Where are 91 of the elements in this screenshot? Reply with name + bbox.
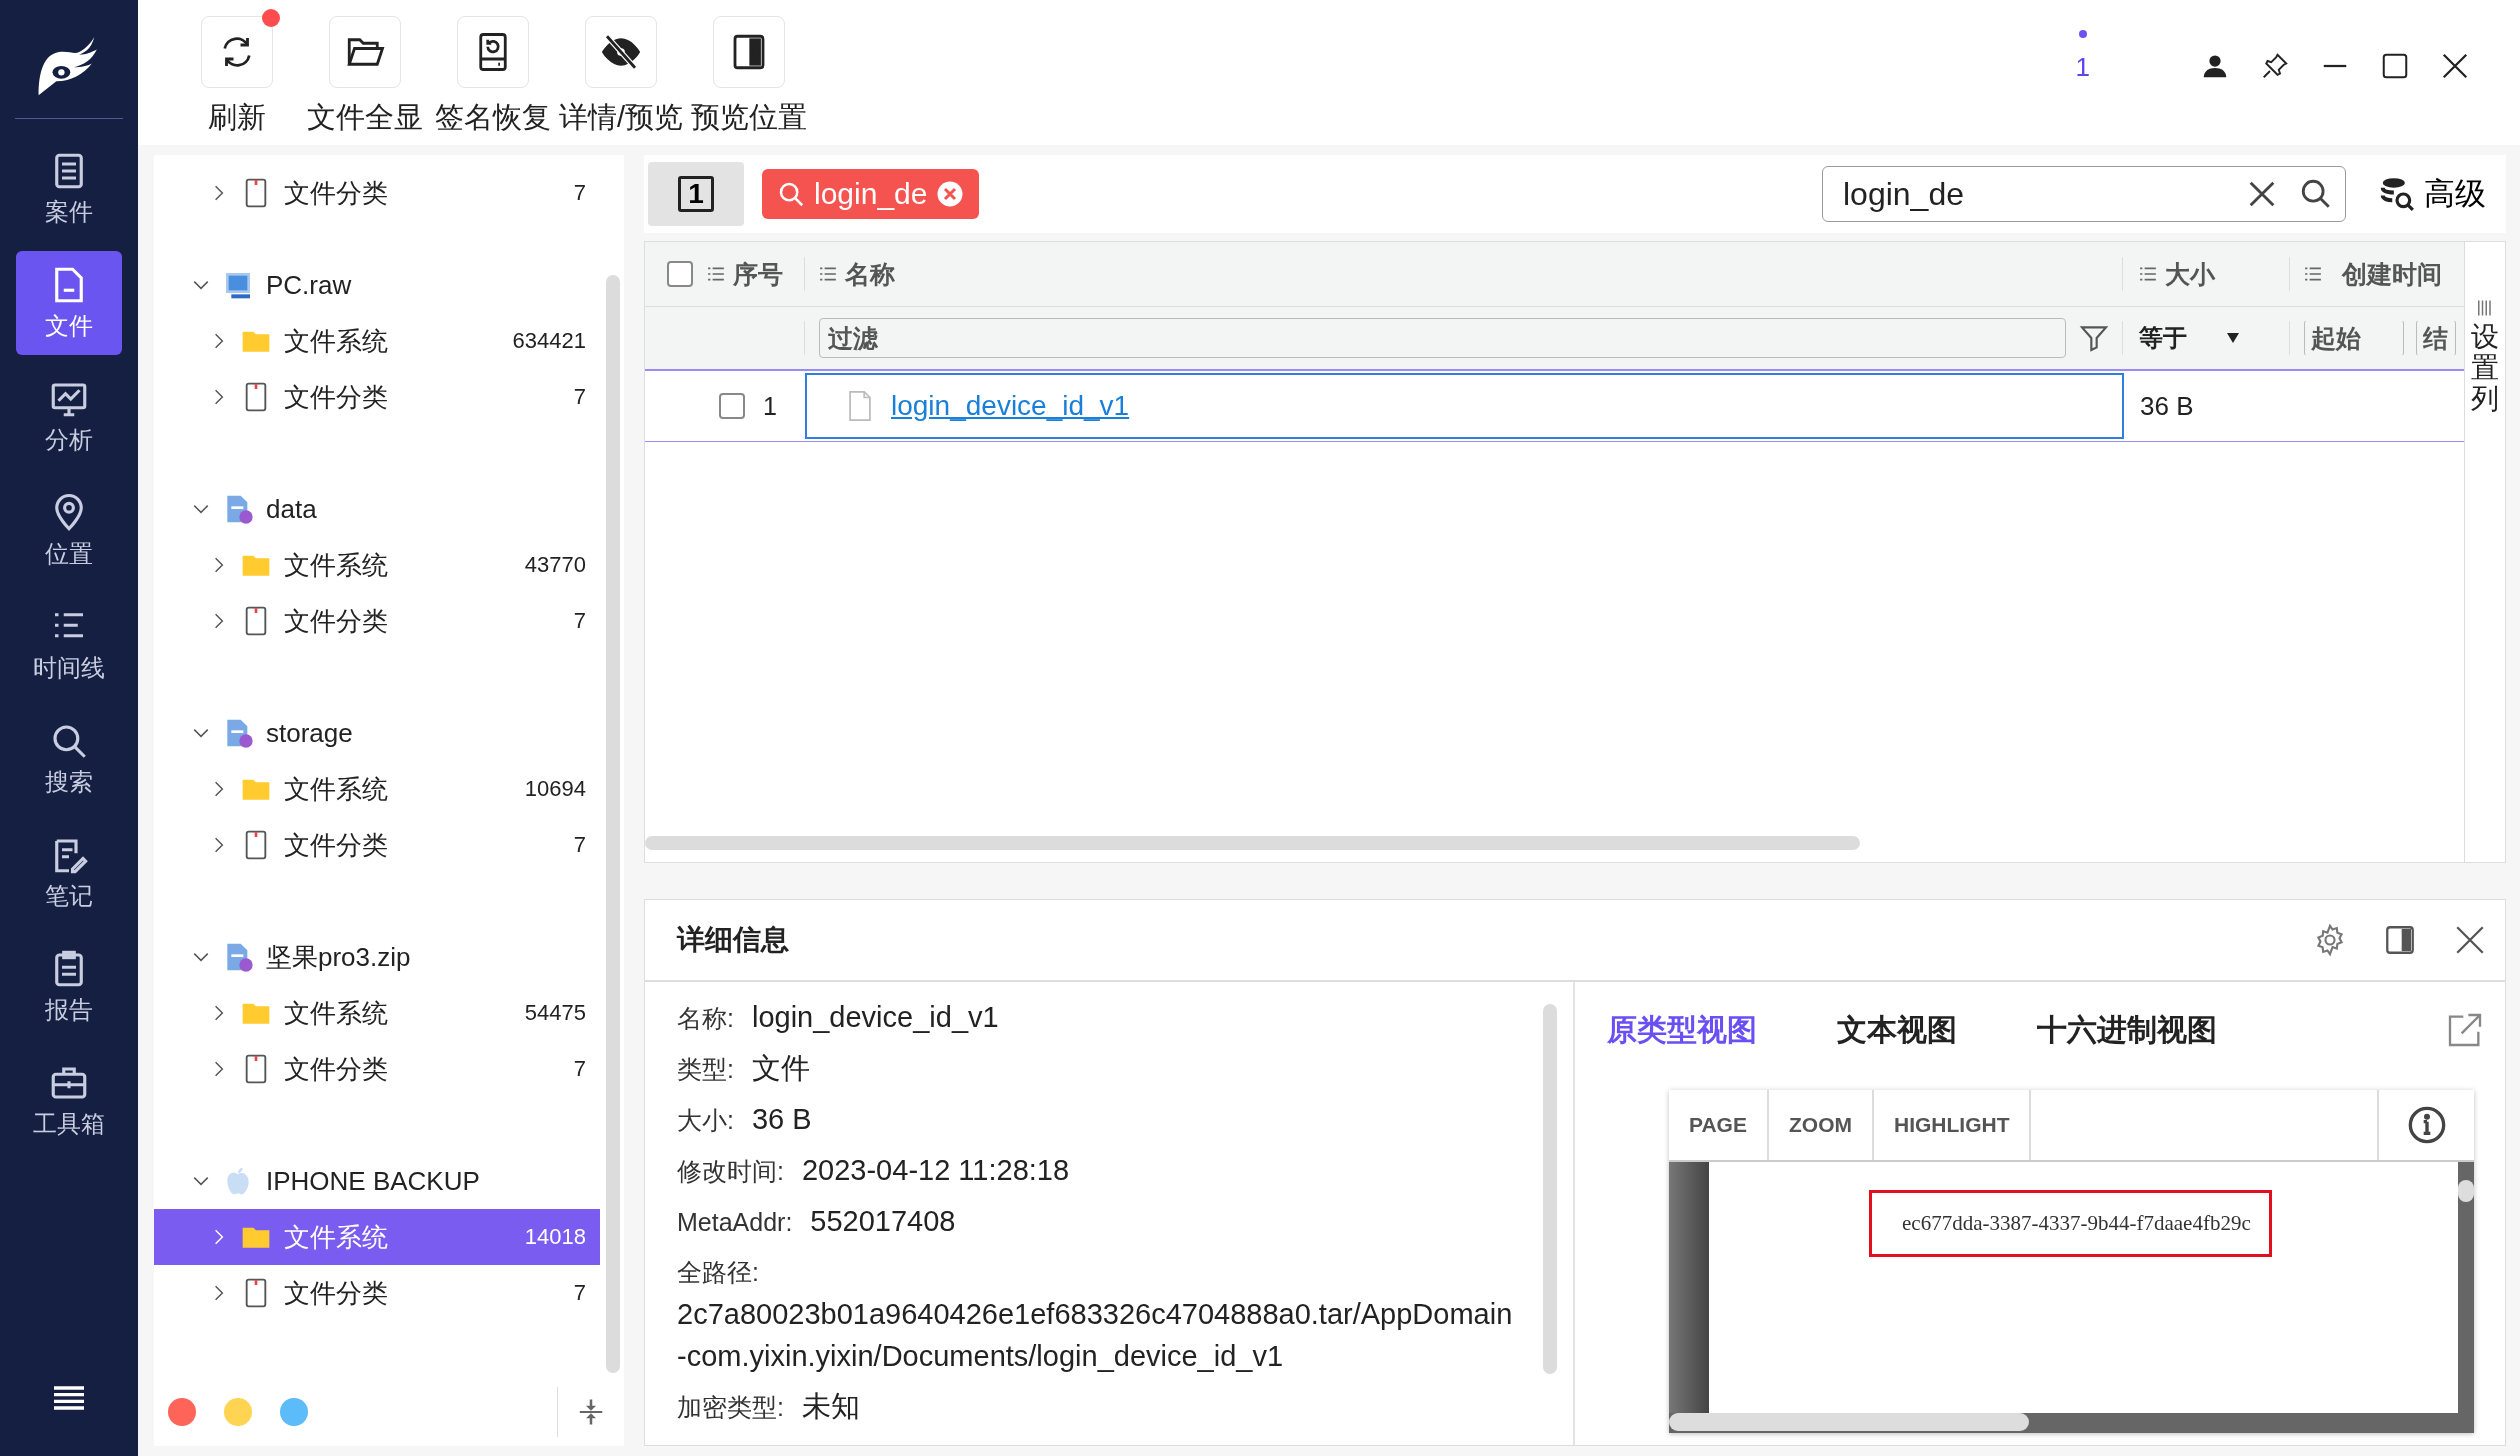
list-icon — [2304, 265, 2322, 283]
row-checkbox[interactable] — [719, 393, 746, 419]
operator-dropdown[interactable]: 等于 — [2139, 322, 2239, 354]
color-dot[interactable] — [280, 1397, 308, 1426]
scrollbar[interactable] — [645, 836, 1860, 850]
filter-field[interactable]: 过滤 — [819, 318, 2066, 358]
table-row[interactable]: 1 login_device_id_v1 36 B — [645, 371, 2464, 442]
tree-node[interactable]: data — [154, 481, 600, 537]
start-date-field[interactable]: 起始 — [2304, 321, 2404, 355]
pin-icon[interactable] — [2260, 50, 2290, 81]
field-label: 全路径: — [677, 1257, 759, 1288]
viewer-tab[interactable]: ZOOM — [1768, 1090, 1874, 1160]
toolbar-button[interactable]: 刷新 — [174, 0, 300, 138]
advanced-search-button[interactable]: 高级 — [2364, 173, 2500, 215]
select-all-checkbox[interactable] — [667, 261, 693, 287]
viewer-tab[interactable]: HIGHLIGHT — [1873, 1090, 2032, 1160]
column-header[interactable]: 序号 — [733, 257, 783, 291]
nav-item[interactable]: 笔记 — [16, 821, 122, 925]
field-label: 加密类型: — [677, 1392, 784, 1423]
tree-item[interactable]: 文件系统 634421 — [154, 313, 600, 369]
search-text: login_de — [1843, 175, 1965, 213]
field-value: 2c7a80023b01a9640426e1ef683326c4704888a0.tar/AppDomain-com.yixin.yixin/Documents/login_device_id_v1 — [677, 1297, 1513, 1374]
list-icon — [819, 265, 837, 283]
tree-item[interactable]: 文件分类 7 — [154, 1041, 600, 1097]
nav-item[interactable]: 文件 — [16, 251, 122, 355]
nav-item[interactable]: 时间线 — [16, 593, 122, 697]
nav-item[interactable]: 工具箱 — [16, 1049, 122, 1153]
table-cell: 36 B — [2140, 390, 2194, 422]
list-icon — [707, 265, 725, 283]
scrollbar[interactable] — [1543, 1004, 1557, 1374]
view-tab[interactable]: 文本视图 — [1837, 1009, 1957, 1051]
end-date-field[interactable]: 结 — [2416, 321, 2456, 355]
row-number: 1 — [763, 391, 777, 421]
viewer-tab[interactable]: PAGE — [1669, 1090, 1769, 1160]
tag-text: login_de — [814, 177, 928, 211]
toolbar-button[interactable]: 预览位置 — [686, 0, 812, 138]
tree-node[interactable]: storage — [154, 705, 600, 761]
view-tab[interactable]: 十六进制视图 — [2037, 1009, 2217, 1051]
field-value: 文件 — [751, 1051, 810, 1086]
field-label: 大小: — [677, 1105, 734, 1136]
search-icon[interactable] — [2299, 177, 2333, 211]
tree-item[interactable]: 文件系统 54475 — [154, 985, 600, 1041]
nav-item[interactable]: 报告 — [16, 935, 122, 1039]
database-search-icon — [2378, 175, 2416, 213]
nav-item[interactable]: 案件 — [16, 137, 122, 241]
toolbar-button[interactable]: 详情/预览 — [558, 0, 684, 138]
tree-item[interactable]: 文件系统 14018 — [154, 1209, 600, 1265]
tree-node[interactable]: 坚果pro3.zip — [154, 929, 600, 985]
panel-title: 详细信息 — [677, 923, 789, 957]
tree-item[interactable]: 文件系统 10694 — [154, 761, 600, 817]
field-label: 名称: — [677, 1003, 734, 1034]
toolbar-button[interactable]: 文件全显 — [302, 0, 428, 138]
page-button[interactable]: 1 — [648, 162, 744, 226]
field-label: MetaAddr: — [677, 1207, 793, 1238]
search-field[interactable]: login_de — [1822, 166, 2346, 222]
list-icon — [2139, 265, 2157, 283]
view-tab[interactable]: 原类型视图 — [1607, 1009, 1757, 1051]
tree-item[interactable]: 文件分类 7 — [154, 165, 600, 221]
tree-item[interactable]: 文件分类 7 — [154, 817, 600, 873]
field-value: login_device_id_v1 — [751, 1000, 999, 1035]
counter: 1 — [2075, 52, 2090, 83]
field-value: 2023-04-12 11:28:18 — [801, 1153, 1070, 1188]
column-header[interactable]: 大小 — [2165, 257, 2215, 291]
indicator-dot — [2078, 30, 2087, 38]
nav-item[interactable]: 分析 — [16, 365, 122, 469]
field-value: 552017408 — [810, 1204, 956, 1239]
highlighted-text: ec677dda-3387-4337-9b44-f7daae4fb29c — [1869, 1190, 2272, 1257]
column-settings-button[interactable]: 设置列 — [2464, 242, 2505, 862]
nav-item[interactable]: 位置 — [16, 479, 122, 583]
nav-item[interactable]: 搜索 — [16, 707, 122, 811]
field-value: 36 B — [751, 1102, 812, 1137]
tree-node[interactable]: PC.raw — [154, 257, 600, 313]
toolbar-button[interactable]: 签名恢复 — [430, 0, 556, 138]
tree-item[interactable]: 文件分类 7 — [154, 1265, 600, 1321]
field-label: 类型: — [677, 1054, 734, 1085]
color-dot[interactable] — [224, 1397, 252, 1426]
column-header[interactable]: 创建时间 — [2342, 257, 2442, 291]
tree-item[interactable]: 文件分类 7 — [154, 593, 600, 649]
scrollbar[interactable] — [2458, 1180, 2474, 1202]
column-header[interactable]: 名称 — [845, 257, 895, 291]
tree-item[interactable]: 文件分类 7 — [154, 369, 600, 425]
info-icon[interactable] — [2406, 1105, 2447, 1145]
tree-item[interactable]: 文件系统 43770 — [154, 537, 600, 593]
scrollbar[interactable] — [606, 275, 620, 1373]
tree-node[interactable]: IPHONE BACKUP — [154, 1153, 600, 1209]
panel-icon[interactable] — [2383, 923, 2417, 957]
file-link[interactable]: login_device_id_v1 — [891, 390, 1130, 422]
scrollbar[interactable] — [1669, 1413, 2029, 1431]
field-value: 未知 — [801, 1389, 860, 1424]
color-dot[interactable] — [168, 1397, 196, 1426]
field-label: 修改时间: — [677, 1156, 784, 1187]
